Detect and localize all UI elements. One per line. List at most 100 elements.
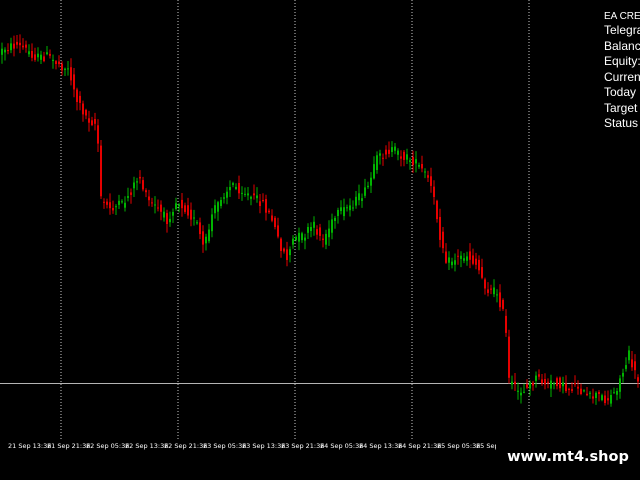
candle: [532, 380, 534, 391]
candle: [424, 168, 426, 179]
candle: [430, 167, 432, 193]
candle: [373, 156, 375, 180]
candle: [241, 186, 243, 201]
candle: [7, 43, 9, 55]
candle: [349, 198, 351, 217]
candle: [382, 153, 384, 166]
candle: [526, 379, 528, 390]
candle: [361, 193, 363, 208]
candle: [310, 222, 312, 238]
candle: [22, 38, 24, 50]
candle: [97, 119, 99, 152]
candle: [517, 382, 519, 400]
candle: [436, 199, 438, 223]
time-tick-label: 22 Sep 13:36: [125, 442, 169, 450]
candle: [496, 289, 498, 303]
candle: [328, 220, 330, 246]
candle: [151, 197, 153, 207]
candle: [607, 390, 609, 405]
candle: [154, 196, 156, 214]
candle: [271, 209, 273, 223]
ea-info-lines: TelegramBalanceEquity:CurrentTodayTarget…: [604, 23, 640, 132]
candle: [37, 47, 39, 62]
candle: [169, 211, 171, 227]
candle: [268, 208, 270, 214]
candle: [100, 140, 102, 199]
candle: [139, 170, 141, 184]
candle: [499, 284, 501, 312]
candle: [637, 374, 639, 388]
candle: [460, 251, 462, 268]
candle: [73, 68, 75, 98]
candle: [184, 202, 186, 214]
candle: [523, 383, 525, 394]
candles: [1, 34, 639, 407]
candle: [475, 252, 477, 270]
candle: [214, 199, 216, 219]
candle: [199, 217, 201, 240]
candle: [16, 35, 18, 49]
candle: [577, 380, 579, 395]
candle: [88, 110, 90, 132]
price-chart[interactable]: [0, 0, 640, 440]
candle: [604, 390, 606, 406]
candle: [46, 46, 48, 56]
ea-info-line: Telegram: [604, 23, 640, 37]
candle: [70, 58, 72, 86]
candle: [442, 227, 444, 254]
candle: [472, 248, 474, 266]
time-tick-label: 24 Sep 05:36: [320, 442, 364, 450]
candle: [253, 184, 255, 200]
candle: [235, 183, 237, 191]
candle: [316, 225, 318, 240]
candle: [580, 383, 582, 396]
candle: [82, 100, 84, 122]
time-tick-label: 24 Sep 21:36: [398, 442, 442, 450]
candle: [421, 155, 423, 173]
candle: [181, 193, 183, 217]
candle: [163, 207, 165, 222]
candle: [439, 208, 441, 248]
candle: [175, 197, 177, 211]
candle: [592, 388, 594, 404]
candle: [337, 207, 339, 224]
candle: [244, 187, 246, 197]
ea-info-panel: EA CREATED TelegramBalanceEquity:Current…: [604, 10, 640, 132]
watermark-text: www.mt4.shop: [496, 442, 640, 472]
candle: [403, 150, 405, 167]
candle: [250, 195, 252, 206]
candle: [622, 368, 624, 383]
candle: [31, 43, 33, 62]
candle: [559, 376, 561, 392]
candle: [448, 251, 450, 270]
candle: [76, 87, 78, 111]
candle: [280, 237, 282, 258]
candle: [13, 35, 15, 57]
candle: [331, 213, 333, 240]
candle: [112, 200, 114, 214]
candle: [313, 216, 315, 236]
candle: [193, 209, 195, 226]
ea-info-line: Today: [604, 85, 637, 99]
candle: [121, 199, 123, 204]
candle: [625, 357, 627, 372]
time-tick-label: 23 Sep 13:36: [242, 442, 286, 450]
candle: [172, 208, 174, 223]
time-tick-label: 22 Sep 21:36: [164, 442, 208, 450]
candle: [463, 253, 465, 264]
candle: [505, 309, 507, 337]
candle: [433, 180, 435, 205]
candle: [553, 381, 555, 390]
candle: [124, 196, 126, 212]
candle: [292, 235, 294, 249]
candle: [196, 220, 198, 225]
candle: [409, 157, 411, 170]
candle: [223, 193, 225, 204]
candle: [220, 197, 222, 209]
candle: [400, 150, 402, 167]
candle: [487, 282, 489, 297]
candle: [304, 233, 306, 250]
candle: [133, 176, 135, 197]
candle: [445, 243, 447, 264]
candle: [85, 108, 87, 120]
